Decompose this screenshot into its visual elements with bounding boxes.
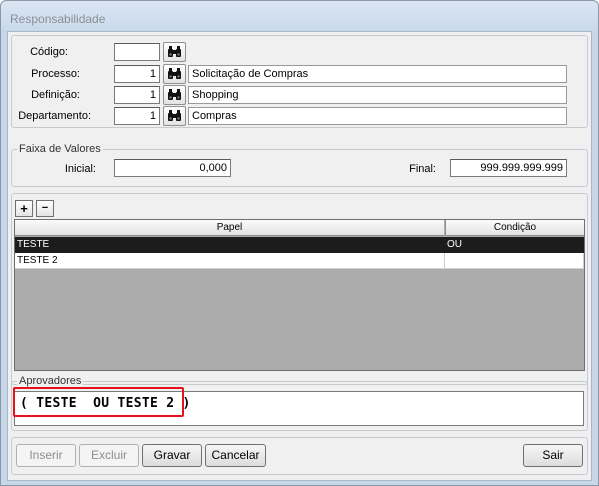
departamento-search-button[interactable] [163, 106, 186, 126]
definicao-search-button[interactable] [163, 85, 186, 105]
binoculars-icon [168, 89, 181, 100]
dialog-client-area: Código: Processo: 1 Solicitação de Compr… [7, 31, 592, 481]
aprovadores-legend: Aprovadores [17, 375, 84, 387]
sair-button[interactable]: Sair [523, 444, 583, 467]
column-header-condicao[interactable]: Condição [445, 220, 584, 236]
processo-description: Solicitação de Compras [188, 65, 567, 83]
departamento-description: Compras [188, 107, 567, 125]
binoculars-icon [168, 68, 181, 79]
papel-grid[interactable]: Papel Condição TESTE OU TESTE 2 [14, 219, 585, 371]
binoculars-icon [168, 110, 181, 121]
cell-condicao [445, 253, 584, 269]
definicao-description: Shopping [188, 86, 567, 104]
add-row-button[interactable]: + [15, 200, 33, 217]
cell-papel: TESTE 2 [15, 253, 445, 269]
cell-papel: TESTE [15, 237, 445, 253]
departamento-label: Departamento: [18, 110, 91, 122]
processo-label: Processo: [31, 68, 80, 80]
gravar-button[interactable]: Gravar [142, 444, 202, 467]
remove-row-button[interactable]: − [36, 200, 54, 217]
definicao-label: Definição: [31, 89, 80, 101]
table-row[interactable]: TESTE OU [15, 237, 584, 253]
codigo-input[interactable] [114, 43, 160, 61]
inicial-label: Inicial: [64, 163, 96, 175]
codigo-search-button[interactable] [163, 42, 186, 62]
excluir-button[interactable]: Excluir [79, 444, 139, 467]
faixa-valores-legend: Faixa de Valores [17, 143, 103, 155]
binoculars-icon [168, 46, 181, 57]
definicao-input[interactable]: 1 [114, 86, 160, 104]
cancelar-button[interactable]: Cancelar [205, 444, 266, 467]
final-label: Final: [409, 163, 436, 175]
inicial-input[interactable]: 0,000 [114, 159, 231, 177]
window-title: Responsabilidade [10, 12, 106, 26]
final-input[interactable]: 999.999.999.999 [450, 159, 567, 177]
processo-input[interactable]: 1 [114, 65, 160, 83]
inserir-button[interactable]: Inserir [16, 444, 76, 467]
processo-search-button[interactable] [163, 64, 186, 84]
departamento-input[interactable]: 1 [114, 107, 160, 125]
highlight-annotation [13, 387, 184, 417]
table-row[interactable]: TESTE 2 [15, 253, 584, 269]
codigo-label: Código: [30, 46, 68, 58]
title-bar[interactable]: Responsabilidade [1, 1, 598, 31]
column-header-papel[interactable]: Papel [15, 220, 444, 236]
dialog-window: Responsabilidade Código: Processo: 1 Sol… [0, 0, 599, 486]
cell-condicao: OU [445, 237, 584, 253]
